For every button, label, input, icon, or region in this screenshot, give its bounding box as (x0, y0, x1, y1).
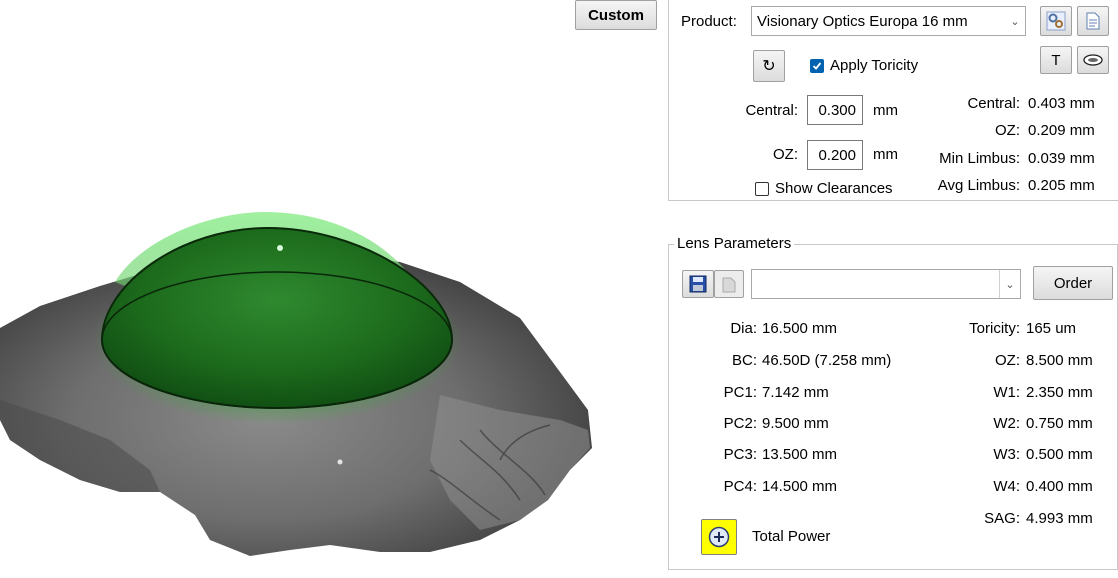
result-central-value: 0.403 mm (1028, 95, 1095, 112)
eye-icon (1083, 54, 1103, 66)
param-pc4-value: 14.500 mm (762, 478, 838, 495)
param-w2-value: 0.750 mm (1026, 415, 1093, 432)
copy-icon (722, 277, 736, 293)
result-avg-limbus-value: 0.205 mm (1028, 177, 1095, 194)
param-sag-label: SAG: (984, 510, 1020, 527)
param-pc4-label: PC4: (723, 478, 757, 495)
copy-button[interactable] (714, 270, 744, 298)
param-w1-label: W1: (993, 384, 1020, 401)
param-pc2-value: 9.500 mm (762, 415, 829, 432)
product-selected-value: Visionary Optics Europa 16 mm (757, 12, 968, 30)
document-button[interactable] (1077, 6, 1109, 36)
3d-eye-viewport[interactable] (0, 0, 668, 578)
param-oz-value: 8.500 mm (1026, 352, 1093, 369)
refresh-button[interactable]: ↻ (753, 50, 785, 82)
custom-button[interactable]: Custom (575, 0, 657, 30)
total-power-label: Total Power (752, 528, 831, 545)
save-icon (689, 275, 707, 293)
gear-icon (1046, 11, 1066, 31)
document-icon (1086, 12, 1100, 30)
show-clearances-label[interactable]: Show Clearances (775, 180, 893, 197)
apply-toricity-label[interactable]: Apply Toricity (830, 57, 918, 74)
product-select[interactable]: Visionary Optics Europa 16 mm ⌄ (751, 6, 1026, 36)
result-oz-label: OZ: (995, 122, 1020, 139)
result-avg-limbus-label: Avg Limbus: (937, 177, 1020, 194)
settings-button[interactable] (1040, 6, 1072, 36)
save-button[interactable] (682, 270, 714, 298)
param-bc-value: 46.50D (7.258 mm) (762, 352, 892, 369)
param-sag-value: 4.993 mm (1026, 510, 1093, 527)
param-bc-label: BC: (731, 352, 757, 369)
result-min-limbus-label: Min Limbus: (939, 150, 1020, 167)
result-oz-value: 0.209 mm (1028, 122, 1095, 139)
param-dia-label: Dia: (730, 320, 757, 337)
plus-icon (708, 526, 730, 548)
central-input-value: 0.300 (818, 101, 856, 119)
lens-preset-select[interactable]: ⌄ (751, 269, 1021, 299)
param-toricity-label: Toricity: (969, 320, 1020, 337)
param-dia-value: 16.500 mm (762, 320, 838, 337)
apply-toricity-checkbox[interactable] (810, 59, 824, 73)
central-input[interactable]: 0.300 (807, 95, 863, 125)
param-pc1-value: 7.142 mm (762, 384, 829, 401)
oz-input-value: 0.200 (818, 146, 856, 164)
oz-unit: mm (873, 146, 898, 163)
param-pc3-label: PC3: (723, 446, 757, 463)
t-button[interactable]: T (1040, 46, 1072, 74)
param-w4-value: 0.400 mm (1026, 478, 1093, 495)
central-input-label: Central: (745, 102, 798, 119)
eye-lens-render (0, 212, 592, 556)
eye-view-button[interactable] (1077, 46, 1109, 74)
oz-input-label: OZ: (773, 146, 798, 163)
product-label: Product: (681, 13, 737, 30)
oz-input[interactable]: 0.200 (807, 140, 863, 170)
param-w3-label: W3: (993, 446, 1020, 463)
chevron-down-icon: ⌄ (999, 270, 1020, 298)
param-pc1-label: PC1: (723, 384, 757, 401)
central-unit: mm (873, 102, 898, 119)
lens-parameters-title: Lens Parameters (674, 235, 795, 252)
param-toricity-value: 165 um (1026, 320, 1077, 337)
chevron-down-icon: ⌄ (1010, 15, 1020, 28)
param-pc3-value: 13.500 mm (762, 446, 838, 463)
total-power-button[interactable] (701, 519, 737, 555)
param-w1-value: 2.350 mm (1026, 384, 1093, 401)
order-button[interactable]: Order (1033, 266, 1113, 300)
param-pc2-label: PC2: (723, 415, 757, 432)
check-icon (812, 62, 822, 70)
param-w3-value: 0.500 mm (1026, 446, 1093, 463)
result-central-label: Central: (967, 95, 1020, 112)
panel-separator (668, 200, 1118, 201)
panel-divider (668, 0, 669, 200)
refresh-icon: ↻ (762, 58, 776, 75)
param-w4-label: W4: (993, 478, 1020, 495)
param-oz-label: OZ: (995, 352, 1020, 369)
show-clearances-checkbox[interactable] (755, 182, 769, 196)
result-min-limbus-value: 0.039 mm (1028, 150, 1095, 167)
param-w2-label: W2: (993, 415, 1020, 432)
